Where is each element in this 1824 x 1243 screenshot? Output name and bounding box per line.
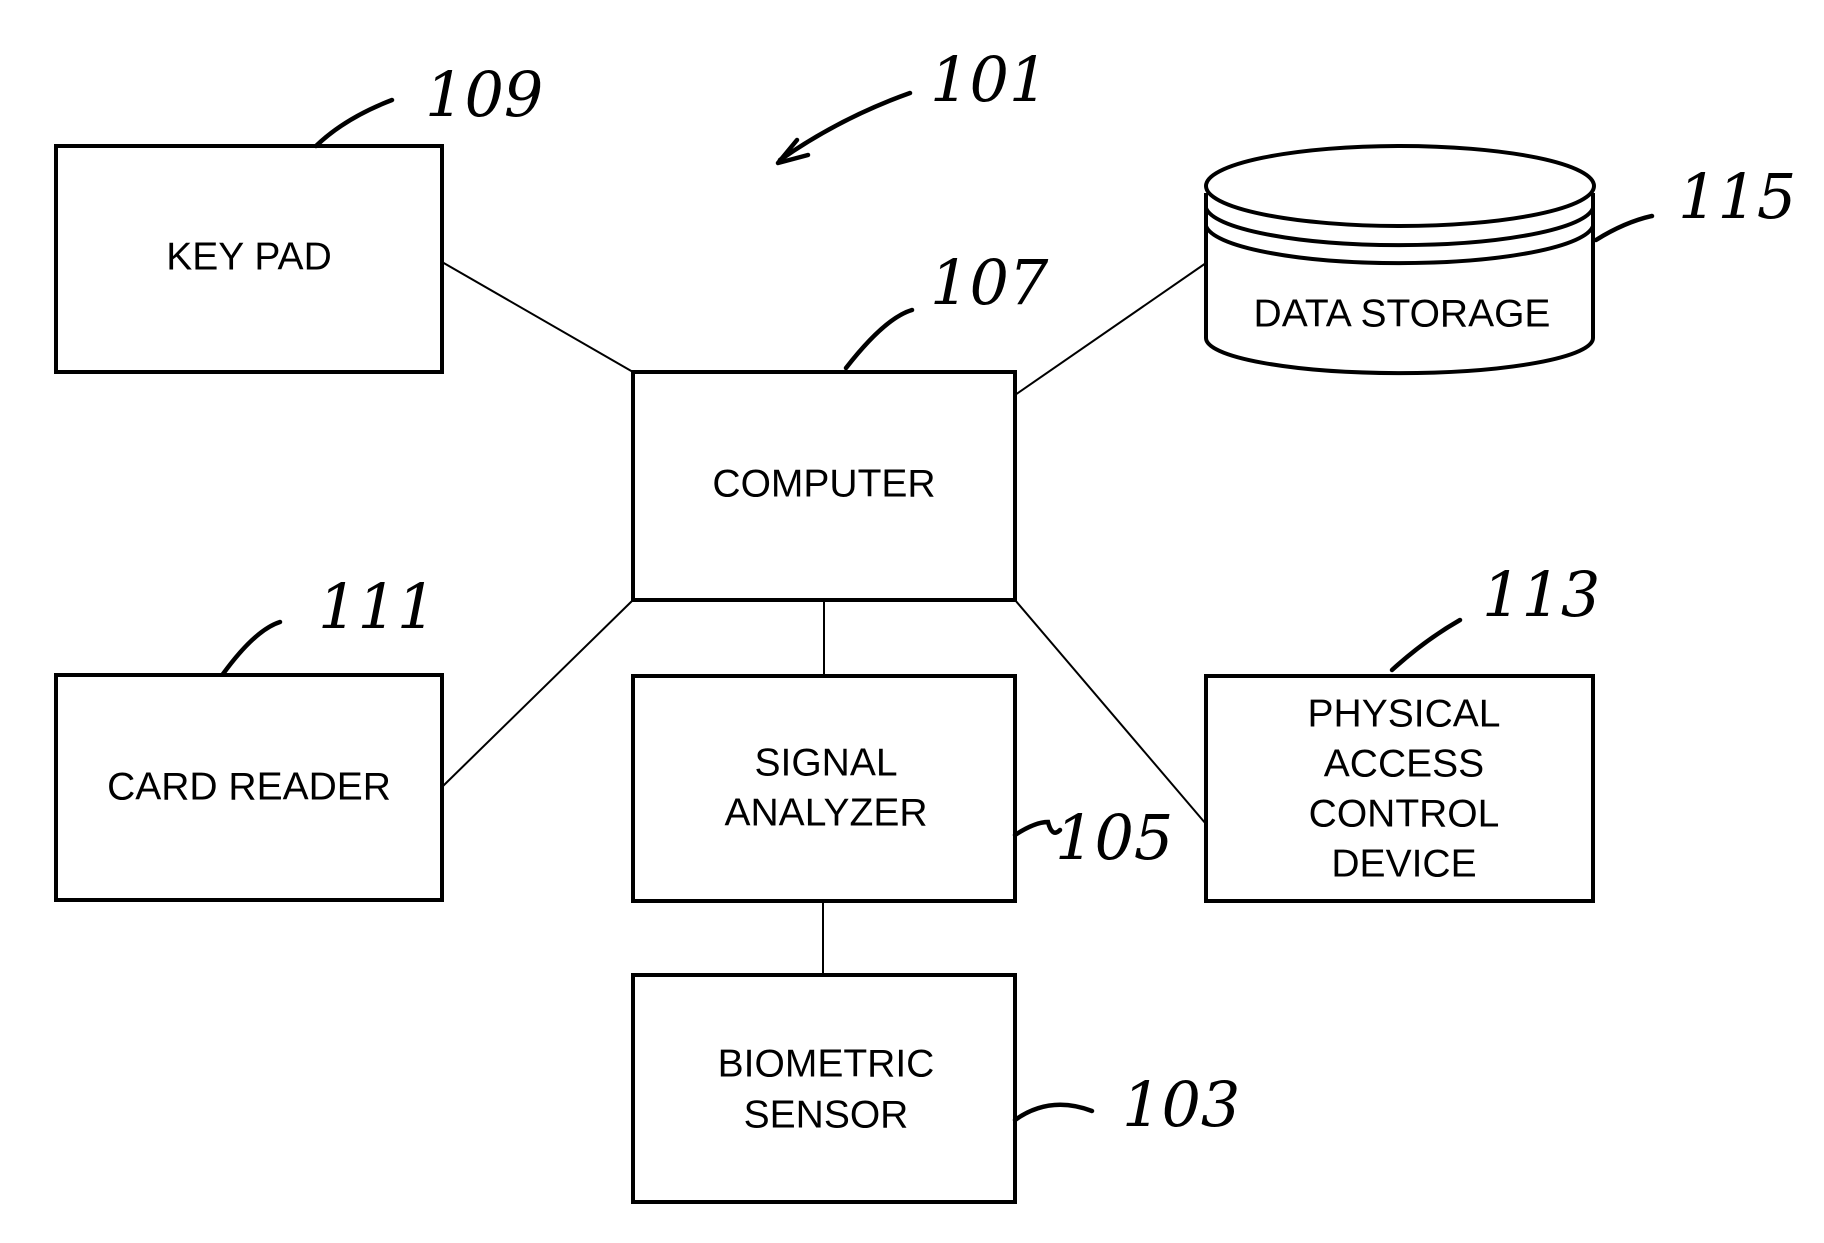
block-diagram: KEY PAD COMPUTER DATA STORAGE CARD READE… bbox=[54, 43, 1796, 1204]
leader-111 bbox=[220, 619, 283, 677]
physical-access-label-line-2: ACCESS bbox=[1324, 742, 1484, 785]
computer-block[interactable]: COMPUTER bbox=[631, 370, 1017, 602]
ref-numeral-111: 111 bbox=[318, 570, 436, 643]
biometric-sensor-block[interactable]: BIOMETRIC SENSOR bbox=[631, 973, 1017, 1204]
signal-analyzer-label-line-2: ANALYZER bbox=[725, 791, 928, 834]
card-reader-label: CARD READER bbox=[107, 765, 391, 808]
ref-numeral-101: 101 bbox=[930, 43, 1048, 116]
physical-access-block[interactable]: PHYSICAL ACCESS CONTROL DEVICE bbox=[1204, 674, 1595, 903]
reference-103: 103 bbox=[1012, 1068, 1240, 1141]
ref-numeral-105: 105 bbox=[1055, 801, 1173, 874]
cylinder-top bbox=[1204, 144, 1596, 228]
leader-105 bbox=[1012, 819, 1063, 838]
ref-numeral-113: 113 bbox=[1482, 558, 1600, 631]
leader-109 bbox=[313, 97, 395, 149]
arrow-101-icon bbox=[777, 90, 913, 163]
ref-numeral-107: 107 bbox=[930, 246, 1049, 319]
connector-physical-computer bbox=[1014, 599, 1207, 825]
signal-analyzer-label-line-1: SIGNAL bbox=[754, 741, 897, 784]
data-storage-block[interactable]: DATA STORAGE bbox=[1204, 144, 1596, 376]
physical-access-label-line-1: PHYSICAL bbox=[1308, 692, 1501, 735]
leader-103 bbox=[1012, 1102, 1095, 1123]
keypad-label: KEY PAD bbox=[166, 235, 331, 278]
computer-label: COMPUTER bbox=[712, 462, 935, 505]
signal-analyzer-block[interactable]: SIGNAL ANALYZER bbox=[631, 674, 1017, 903]
card-reader-block[interactable]: CARD READER bbox=[54, 673, 444, 902]
reference-111: 111 bbox=[220, 570, 436, 677]
connector-keypad-computer bbox=[441, 261, 634, 373]
physical-access-label-line-4: DEVICE bbox=[1331, 842, 1476, 885]
data-storage-label: DATA STORAGE bbox=[1254, 292, 1551, 335]
reference-105: 105 bbox=[1012, 801, 1173, 874]
ref-numeral-115: 115 bbox=[1678, 160, 1796, 233]
ref-numeral-103: 103 bbox=[1122, 1068, 1240, 1141]
ref-numeral-109: 109 bbox=[425, 58, 543, 131]
leader-113 bbox=[1389, 617, 1463, 673]
reference-113: 113 bbox=[1389, 558, 1600, 673]
biometric-sensor-label-line-1: BIOMETRIC bbox=[718, 1042, 935, 1085]
reference-115: 115 bbox=[1593, 160, 1796, 243]
biometric-sensor-label-line-2: SENSOR bbox=[744, 1093, 909, 1136]
reference-107: 107 bbox=[843, 246, 1049, 371]
reference-101: 101 bbox=[775, 43, 1048, 166]
connector-cardreader-computer bbox=[441, 599, 634, 788]
leader-107 bbox=[843, 307, 915, 371]
keypad-block[interactable]: KEY PAD bbox=[54, 144, 444, 374]
reference-109: 109 bbox=[313, 58, 543, 149]
physical-access-label-line-3: CONTROL bbox=[1309, 792, 1500, 835]
leader-115 bbox=[1593, 213, 1655, 243]
